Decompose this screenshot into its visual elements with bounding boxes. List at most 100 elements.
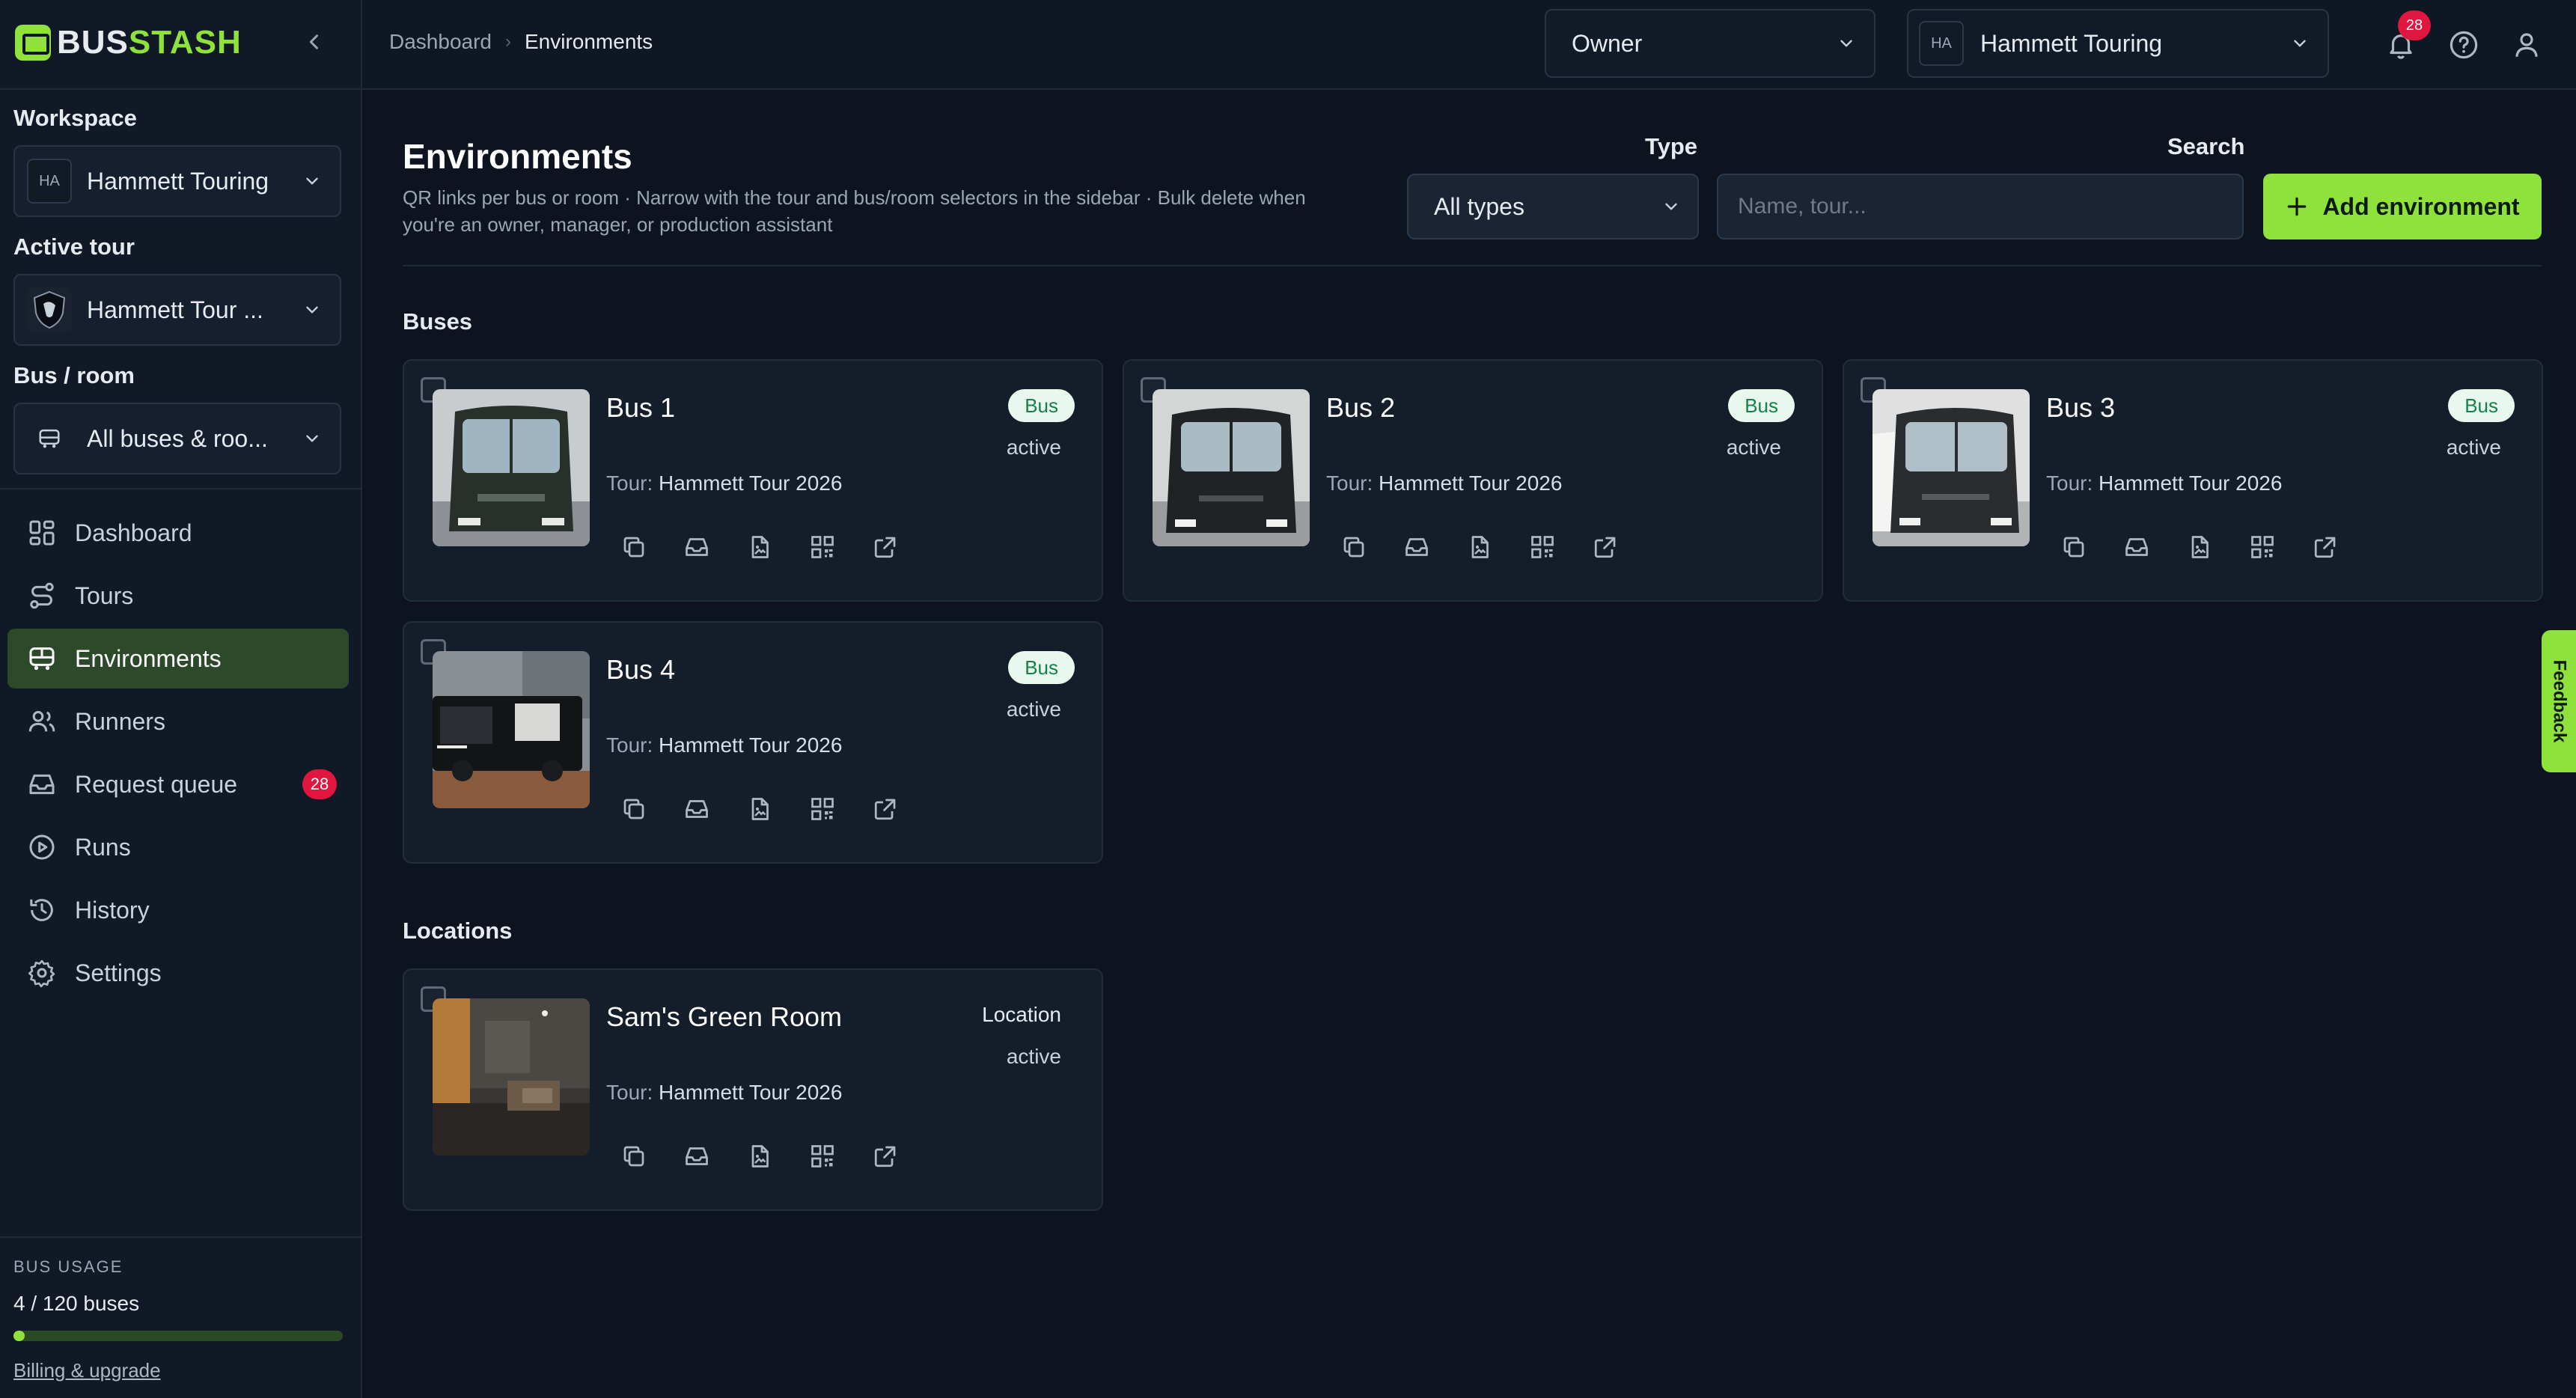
active-tour-label: Active tour <box>13 233 135 260</box>
environment-card[interactable]: Bus 3 Bus active Tour: Hammett Tour 2026 <box>1843 359 2543 602</box>
divider <box>0 1236 361 1238</box>
sidebar-item-runs[interactable]: Runs <box>7 817 349 877</box>
requests-button[interactable] <box>1400 530 1434 564</box>
tour-line: Tour: Hammett Tour 2026 <box>2046 471 2283 495</box>
sidebar-item-label: History <box>75 896 150 924</box>
type-badge: Bus <box>1008 651 1075 684</box>
environment-name: Bus 2 <box>1326 392 1396 423</box>
notification-count-badge: 28 <box>2398 10 2431 40</box>
card-actions <box>617 1139 903 1173</box>
change-photo-button[interactable] <box>2182 530 2217 564</box>
help-circle-icon <box>2450 31 2478 59</box>
request-count-badge: 28 <box>302 769 337 799</box>
open-link-button[interactable] <box>868 1139 903 1173</box>
sidebar-item-runners[interactable]: Runners <box>7 692 349 751</box>
qr-code-button[interactable] <box>805 1139 840 1173</box>
open-link-button[interactable] <box>868 792 903 826</box>
billing-upgrade-link[interactable]: Billing & upgrade <box>13 1359 161 1382</box>
active-tour-select[interactable]: Hammett Tour ... <box>13 274 341 346</box>
workspace-select[interactable]: HA Hammett Touring <box>13 145 341 217</box>
qr-code-button[interactable] <box>2245 530 2280 564</box>
bus-room-select[interactable]: All buses & roo... <box>13 403 341 474</box>
external-link-icon <box>874 537 896 558</box>
card-actions <box>617 530 903 564</box>
sidebar-item-label: Request queue <box>75 770 238 798</box>
copy-icon <box>623 537 644 558</box>
chevron-down-icon <box>1665 203 1677 210</box>
qr-code-button[interactable] <box>805 792 840 826</box>
bus-photo <box>1153 389 1310 546</box>
sidebar: BUSSTASH Workspace HA Hammett Touring Ac… <box>0 0 362 1398</box>
copy-link-button[interactable] <box>617 792 651 826</box>
brand-logo[interactable]: BUSSTASH <box>15 22 242 63</box>
inbox-icon <box>686 1147 708 1165</box>
type-filter-select[interactable]: All types <box>1407 174 1699 239</box>
type-badge: Bus <box>2448 389 2515 422</box>
document-image-icon <box>2191 536 2209 558</box>
requests-button[interactable] <box>2119 530 2154 564</box>
feedback-tab-label: Feedback <box>2549 659 2569 743</box>
qr-code-button[interactable] <box>805 530 840 564</box>
inbox-icon <box>686 800 708 818</box>
sidebar-item-label: Tours <box>75 582 134 609</box>
collapse-sidebar-button[interactable] <box>299 27 329 57</box>
open-link-button[interactable] <box>1588 530 1623 564</box>
external-link-icon <box>874 799 896 820</box>
requests-button[interactable] <box>680 1139 714 1173</box>
divider <box>403 265 2542 266</box>
environment-card[interactable]: Bus 1 Bus active Tour: Hammett Tour 2026 <box>403 359 1103 602</box>
logo-mark-icon <box>15 25 51 61</box>
change-photo-button[interactable] <box>742 530 777 564</box>
change-photo-button[interactable] <box>1462 530 1497 564</box>
chevron-down-icon <box>1840 40 1852 47</box>
open-link-button[interactable] <box>868 530 903 564</box>
environment-card[interactable]: Bus 2 Bus active Tour: Hammett Tour 2026 <box>1123 359 1823 602</box>
environment-card[interactable]: Bus 4 Bus active Tour: Hammett Tour 2026 <box>403 621 1103 864</box>
sidebar-item-tours[interactable]: Tours <box>7 566 349 626</box>
open-link-button[interactable] <box>2308 530 2342 564</box>
bus-icon <box>27 416 72 461</box>
copy-link-button[interactable] <box>617 530 651 564</box>
profile-button[interactable] <box>2507 25 2546 64</box>
inbox-icon <box>686 538 708 556</box>
active-tour-select-value: Hammett Tour ... <box>87 296 263 323</box>
environment-card[interactable]: Sam's Green Room Location active Tour: H… <box>403 968 1103 1211</box>
external-link-icon <box>2314 537 2336 558</box>
tour-line: Tour: Hammett Tour 2026 <box>606 1081 843 1104</box>
add-environment-button[interactable]: Add environment <box>2263 174 2542 239</box>
sidebar-item-request-queue[interactable]: Request queue 28 <box>7 754 349 814</box>
qr-code-icon <box>2251 536 2274 558</box>
environment-name: Bus 3 <box>2046 392 2116 423</box>
copy-link-button[interactable] <box>1337 530 1371 564</box>
tour-line: Tour: Hammett Tour 2026 <box>606 733 843 757</box>
divider <box>0 488 361 489</box>
qr-code-button[interactable] <box>1525 530 1560 564</box>
chevron-down-icon <box>2294 40 2306 47</box>
card-actions <box>2057 530 2342 564</box>
locations-section-title: Locations <box>403 918 513 944</box>
environment-name: Bus 1 <box>606 392 676 423</box>
change-photo-button[interactable] <box>742 792 777 826</box>
role-select[interactable]: Owner <box>1545 9 1875 78</box>
history-icon <box>30 899 53 921</box>
copy-link-button[interactable] <box>617 1139 651 1173</box>
sidebar-item-label: Environments <box>75 644 222 672</box>
sidebar-item-environments[interactable]: Environments <box>7 629 349 689</box>
sidebar-item-dashboard[interactable]: Dashboard <box>7 503 349 563</box>
bus-icon <box>29 647 55 671</box>
requests-button[interactable] <box>680 530 714 564</box>
requests-button[interactable] <box>680 792 714 826</box>
notifications-button[interactable]: 28 <box>2381 10 2431 64</box>
feedback-tab[interactable]: Feedback <box>2542 630 2576 772</box>
bus-photo <box>433 651 590 808</box>
play-circle-icon <box>29 834 55 860</box>
gear-icon <box>28 959 55 988</box>
sidebar-item-settings[interactable]: Settings <box>7 943 349 1003</box>
change-photo-button[interactable] <box>742 1139 777 1173</box>
breadcrumb-dashboard[interactable]: Dashboard <box>389 30 492 54</box>
help-button[interactable] <box>2444 25 2483 64</box>
workspace-switcher[interactable]: HA Hammett Touring <box>1907 9 2329 78</box>
sidebar-item-history[interactable]: History <box>7 880 349 940</box>
copy-link-button[interactable] <box>2057 530 2091 564</box>
search-input[interactable] <box>1717 174 2244 239</box>
